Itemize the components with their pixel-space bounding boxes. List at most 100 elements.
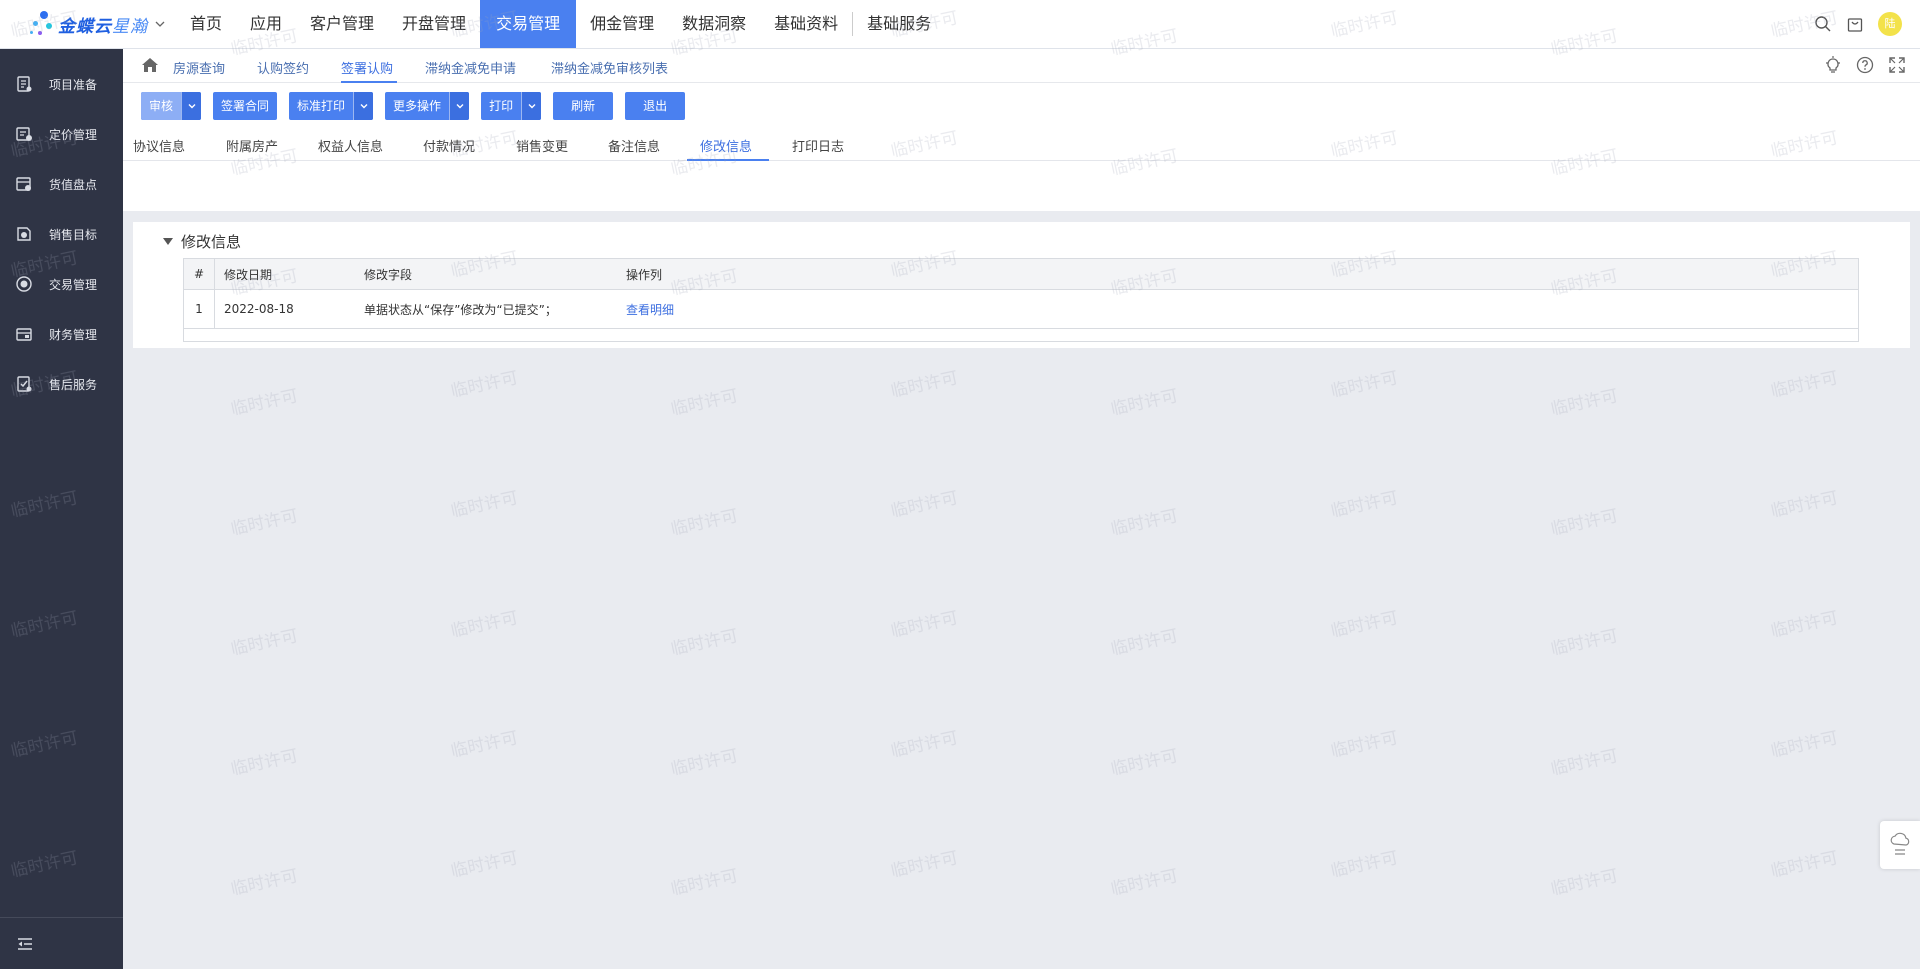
- page-tab-bar: 房源查询 认购签约 签署认购 滞纳金减免申请 滞纳金减免审核列表: [123, 49, 1920, 83]
- floating-tool[interactable]: [1880, 821, 1920, 869]
- user-avatar[interactable]: 陆: [1878, 12, 1902, 36]
- nav-item-transaction[interactable]: 交易管理: [480, 0, 577, 48]
- row-field: 单据状态从“保存”修改为“已提交”；: [364, 302, 557, 317]
- collapse-triangle-icon[interactable]: [163, 238, 173, 245]
- collapse-menu-icon[interactable]: [16, 936, 34, 952]
- tab-attached-property[interactable]: 附属房产: [226, 136, 278, 155]
- nav-item-home[interactable]: 首页: [176, 0, 236, 48]
- after-sales-icon: [17, 376, 32, 392]
- sidebar-item-project-prep[interactable]: 项目准备: [0, 59, 123, 109]
- cloud-icon: [1890, 832, 1910, 855]
- transaction-icon: [16, 276, 32, 292]
- sidebar-item-label: 货值盘点: [49, 177, 98, 192]
- page-tab-subscription-signing[interactable]: 认购签约: [257, 58, 309, 77]
- tab-remarks[interactable]: 备注信息: [608, 136, 660, 155]
- tab-print-log[interactable]: 打印日志: [792, 136, 844, 155]
- sidebar-item-label: 项目准备: [49, 77, 98, 92]
- sidebar-item-pricing[interactable]: 定价管理: [0, 109, 123, 159]
- action-toolbar: 审核 签署合同 标准打印 更多操作 打印 刷新 退出: [141, 92, 697, 120]
- page-tab-late-fee-waiver-apply[interactable]: 滞纳金减免申请: [425, 58, 516, 77]
- nav-item-apps[interactable]: 应用: [236, 0, 296, 48]
- main-nav: 首页 应用 客户管理 开盘管理 交易管理 佣金管理 数据洞察 基础资料 基础服务: [176, 0, 945, 49]
- help-icon[interactable]: [1856, 56, 1874, 74]
- nav-item-commission[interactable]: 佣金管理: [576, 0, 668, 48]
- modification-info-panel: 修改信息 # 修改日期 修改字段 操作列 1 2022-08-18 单据状态从“…: [133, 222, 1910, 348]
- sidebar-item-label: 销售目标: [49, 227, 98, 242]
- project-prep-icon: [17, 76, 32, 92]
- active-tab-indicator: [687, 159, 769, 161]
- nav-item-basic-service[interactable]: 基础服务: [853, 0, 945, 48]
- top-navigation-bar: 金蝶云星瀚 首页 应用 客户管理 开盘管理 交易管理 佣金管理 数据洞察 基础资…: [0, 0, 1920, 49]
- tab-beneficiary-info[interactable]: 权益人信息: [318, 136, 383, 155]
- modification-table: # 修改日期 修改字段 操作列 1 2022-08-18 单据状态从“保存”修改…: [183, 258, 1859, 342]
- sales-target-icon: [17, 227, 31, 241]
- home-icon[interactable]: [141, 57, 159, 73]
- shopping-bag-icon[interactable]: [1846, 15, 1864, 33]
- audit-button[interactable]: 审核: [141, 92, 202, 120]
- fullscreen-icon[interactable]: [1888, 56, 1906, 74]
- chevron-down-icon[interactable]: [449, 92, 470, 120]
- more-actions-button[interactable]: 更多操作: [385, 92, 470, 120]
- sign-contract-button[interactable]: 签署合同: [213, 92, 278, 120]
- audit-button-label: 审核: [141, 92, 182, 120]
- chevron-down-icon[interactable]: [353, 92, 374, 120]
- page-tab-housing-query[interactable]: 房源查询: [173, 58, 225, 77]
- nav-item-basic-data[interactable]: 基础资料: [760, 0, 852, 48]
- more-actions-label: 更多操作: [393, 99, 442, 113]
- chevron-down-icon[interactable]: [181, 92, 202, 120]
- finance-icon: [16, 328, 32, 341]
- sidebar-item-label: 售后服务: [49, 377, 98, 392]
- search-icon[interactable]: [1814, 15, 1832, 33]
- lightbulb-icon[interactable]: [1824, 56, 1842, 74]
- view-details-link[interactable]: 查看明细: [626, 290, 674, 328]
- print-label: 打印: [489, 99, 514, 113]
- print-button[interactable]: 打印: [481, 92, 542, 120]
- main-content: 房源查询 认购签约 签署认购 滞纳金减免申请 滞纳金减免审核列表 审核 签署合同…: [123, 49, 1920, 969]
- sidebar-item-label: 交易管理: [49, 277, 98, 292]
- sidebar-item-transaction[interactable]: 交易管理: [0, 259, 123, 309]
- nav-item-opening[interactable]: 开盘管理: [388, 0, 480, 48]
- tab-payment-status[interactable]: 付款情况: [423, 136, 475, 155]
- table-row[interactable]: 1 2022-08-18 单据状态从“保存”修改为“已提交”； 查看明细: [184, 290, 1858, 329]
- row-date: 2022-08-18: [224, 302, 294, 316]
- top-right-tools: 陆: [1814, 0, 1920, 48]
- app-logo[interactable]: 金蝶云星瀚: [30, 6, 166, 42]
- inventory-icon: [16, 177, 31, 191]
- column-divider: [214, 259, 215, 289]
- tab-agreement-info[interactable]: 协议信息: [133, 136, 185, 155]
- page-tools: [1810, 56, 1906, 74]
- tab-sales-change[interactable]: 销售变更: [516, 136, 568, 155]
- pricing-icon: [16, 127, 32, 141]
- sidebar-collapse-bar: [0, 917, 123, 969]
- logo-text: 金蝶云星瀚: [58, 16, 148, 37]
- form-header: 审核 签署合同 标准打印 更多操作 打印 刷新 退出 协议信息 附属房产 权益人…: [123, 83, 1920, 211]
- column-header-index: #: [193, 267, 205, 281]
- exit-button[interactable]: 退出: [625, 92, 686, 120]
- nav-item-data-insight[interactable]: 数据洞察: [668, 0, 760, 48]
- nav-item-customer[interactable]: 客户管理: [296, 0, 388, 48]
- column-divider: [214, 290, 215, 328]
- sidebar-item-after-sales[interactable]: 售后服务: [0, 359, 123, 409]
- sidebar-item-inventory[interactable]: 货值盘点: [0, 159, 123, 209]
- sidebar-item-label: 财务管理: [49, 327, 98, 342]
- column-header-field: 修改字段: [364, 267, 413, 282]
- detail-tabs: 协议信息 附属房产 权益人信息 付款情况 销售变更 备注信息 修改信息 打印日志: [123, 127, 1920, 161]
- sidebar-item-sales-target[interactable]: 销售目标: [0, 209, 123, 259]
- left-sidebar: 项目准备 定价管理 货值盘点 销售目标 交易管理 财务管理 售后服务: [0, 49, 123, 969]
- sidebar-item-label: 定价管理: [49, 127, 98, 142]
- chevron-down-icon[interactable]: [154, 18, 166, 30]
- refresh-button[interactable]: 刷新: [553, 92, 614, 120]
- row-index: 1: [195, 302, 203, 316]
- standard-print-button[interactable]: 标准打印: [289, 92, 374, 120]
- page-tab-sign-subscription[interactable]: 签署认购: [341, 58, 393, 77]
- section-title: 修改信息: [181, 233, 242, 251]
- table-header: # 修改日期 修改字段 操作列: [184, 259, 1858, 290]
- tab-modification-info[interactable]: 修改信息: [700, 136, 752, 155]
- section-header[interactable]: 修改信息: [163, 231, 241, 252]
- page-tab-late-fee-waiver-review[interactable]: 滞纳金减免审核列表: [551, 58, 668, 77]
- standard-print-label: 标准打印: [297, 99, 346, 113]
- logo-mark-icon: [30, 9, 56, 39]
- column-header-date: 修改日期: [224, 267, 273, 282]
- sidebar-item-finance[interactable]: 财务管理: [0, 309, 123, 359]
- chevron-down-icon[interactable]: [521, 92, 542, 120]
